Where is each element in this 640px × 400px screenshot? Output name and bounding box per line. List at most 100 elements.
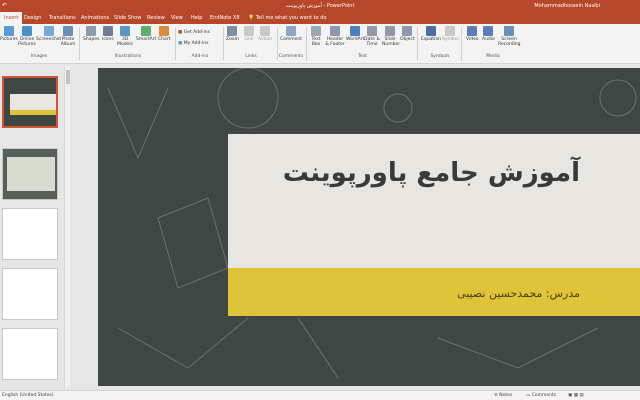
- zoom-button[interactable]: Zoom: [226, 26, 239, 42]
- tell-me-text: Tell me what you want to do: [255, 15, 327, 21]
- screenshot-button[interactable]: Screenshot: [36, 26, 61, 42]
- group-label-add-ins: Add-ins: [191, 54, 209, 59]
- object-button[interactable]: Object: [400, 26, 415, 42]
- group-separator: [417, 27, 418, 60]
- chart-icon: [159, 26, 170, 36]
- tab-help[interactable]: Help: [187, 12, 206, 24]
- shapes-button[interactable]: Shapes: [83, 26, 99, 42]
- tab-transitions[interactable]: Transitions: [45, 12, 80, 24]
- text-box-button[interactable]: Text Box: [310, 26, 322, 47]
- wordart-icon: [350, 26, 361, 36]
- slide-title[interactable]: آموزش جامع پاورپوینت: [283, 158, 580, 188]
- group-separator: [79, 27, 80, 60]
- tab-endnote[interactable]: EndNote X8: [206, 12, 244, 24]
- slide-editor: آموزش جامع پاورپوینت مدرس: محمدحسین نصیب…: [72, 64, 640, 390]
- screen-recording-button[interactable]: Screen Recording: [498, 26, 521, 47]
- slide-thumbnail-5[interactable]: [2, 328, 58, 380]
- group-label-symbols: Symbols: [430, 54, 450, 59]
- reading-view-icon[interactable]: ▤: [579, 393, 583, 398]
- current-slide[interactable]: آموزش جامع پاورپوینت مدرس: محمدحسین نصیب…: [98, 68, 640, 386]
- tab-insert[interactable]: Insert: [0, 12, 23, 24]
- icons-button[interactable]: Icons: [102, 26, 114, 42]
- pictures-button[interactable]: Pictures: [0, 26, 18, 42]
- group-label-comments: Comments: [278, 54, 304, 59]
- slide-number-icon: [385, 26, 395, 36]
- group-label-links: Links: [245, 54, 257, 59]
- audio-button[interactable]: Audio: [482, 26, 495, 42]
- equation-button[interactable]: Equation: [421, 26, 441, 42]
- comment-button[interactable]: Comment: [280, 26, 302, 42]
- store-icon: ■: [178, 30, 183, 35]
- slide-thumbnail-4[interactable]: [2, 268, 58, 320]
- wordart-button[interactable]: WordArt: [346, 26, 364, 42]
- tab-view[interactable]: View: [167, 12, 187, 24]
- date-time-button[interactable]: Date & Time: [364, 26, 380, 47]
- object-icon: [402, 26, 413, 36]
- view-buttons[interactable]: ▣ ▦ ▤: [568, 393, 584, 398]
- get-add-ins-button[interactable]: ■ Get Add-ins: [178, 30, 210, 35]
- comments-button[interactable]: ▭ Comments: [526, 393, 556, 398]
- thumb-subtitle-box: [10, 110, 56, 115]
- notes-button[interactable]: ≡ Notes: [494, 393, 512, 398]
- group-label-text: Text: [357, 54, 368, 59]
- comment-icon: [286, 26, 297, 36]
- language-indicator[interactable]: English (United States): [2, 393, 54, 398]
- link-icon: [244, 26, 254, 36]
- video-button[interactable]: Video: [466, 26, 479, 42]
- group-separator: [175, 27, 176, 60]
- slide-number-button[interactable]: Slide Number: [382, 26, 400, 47]
- group-label-images: Images: [30, 54, 48, 59]
- tell-me-box[interactable]: 💡 Tell me what you want to do: [248, 12, 326, 24]
- header-footer-icon: [330, 26, 340, 36]
- my-add-ins-button[interactable]: ■ My Add-ins: [178, 41, 208, 46]
- smartart-button[interactable]: SmartArt: [136, 26, 156, 42]
- user-name[interactable]: Mohammadhossein Nasibi: [534, 3, 600, 9]
- group-separator: [306, 27, 307, 60]
- status-bar: English (United States) ≡ Notes ▭ Commen…: [0, 390, 640, 400]
- symbol-button[interactable]: Symbol: [442, 26, 459, 42]
- pictures-icon: [3, 26, 14, 36]
- group-separator: [223, 27, 224, 60]
- thumb-content-box: [7, 157, 55, 191]
- speaker-icon: [483, 26, 494, 36]
- header-footer-button[interactable]: Header & Footer: [325, 26, 345, 47]
- screen-recording-icon: [504, 26, 514, 36]
- photo-album-button[interactable]: Photo Album: [60, 26, 76, 47]
- tab-animations[interactable]: Animations: [77, 12, 113, 24]
- slide-thumbnail-1[interactable]: [2, 76, 58, 128]
- comments-icon: ▭: [526, 393, 531, 398]
- normal-view-icon[interactable]: ▣: [568, 393, 572, 398]
- online-pictures-icon: [22, 26, 32, 36]
- date-time-icon: [367, 26, 377, 36]
- shapes-icon: [86, 26, 97, 36]
- slide-subtitle[interactable]: مدرس: محمدحسین نصیبی: [457, 287, 580, 300]
- photo-album-icon: [63, 26, 73, 36]
- chart-button[interactable]: Chart: [158, 26, 170, 42]
- tab-design[interactable]: Design: [20, 12, 45, 24]
- group-label-media: Media: [486, 54, 500, 59]
- sorter-view-icon[interactable]: ▦: [574, 393, 578, 398]
- thumb-title-box: [10, 94, 56, 110]
- equation-icon: [425, 26, 436, 36]
- thumbnail-scrollbar[interactable]: [64, 66, 70, 388]
- icons-icon: [102, 26, 113, 36]
- slide-thumbnail-3[interactable]: [2, 208, 58, 260]
- text-box-icon: [311, 26, 321, 36]
- tab-slide-show[interactable]: Slide Show: [110, 12, 145, 24]
- 3d-models-icon: [120, 26, 130, 36]
- group-label-illustrations: Illustrations: [114, 54, 142, 59]
- group-separator: [461, 27, 462, 60]
- tab-review[interactable]: Review: [143, 12, 169, 24]
- link-button[interactable]: Link: [244, 26, 254, 42]
- omega-icon: [445, 26, 456, 36]
- slide-thumbnail-2[interactable]: [2, 148, 58, 200]
- online-pictures-button[interactable]: Online Pictures: [18, 26, 36, 47]
- smartart-icon: [141, 26, 152, 36]
- notes-icon: ≡: [494, 393, 498, 398]
- scrollbar-handle[interactable]: [66, 70, 70, 84]
- 3d-models-button[interactable]: 3D Models: [117, 26, 133, 47]
- screenshot-icon: [43, 26, 54, 36]
- title-bar: ↶ آموزش پاورپوینت - PowerPoint Mohammadh…: [0, 0, 640, 12]
- action-button[interactable]: Action: [258, 26, 272, 42]
- title-placeholder[interactable]: [228, 134, 640, 268]
